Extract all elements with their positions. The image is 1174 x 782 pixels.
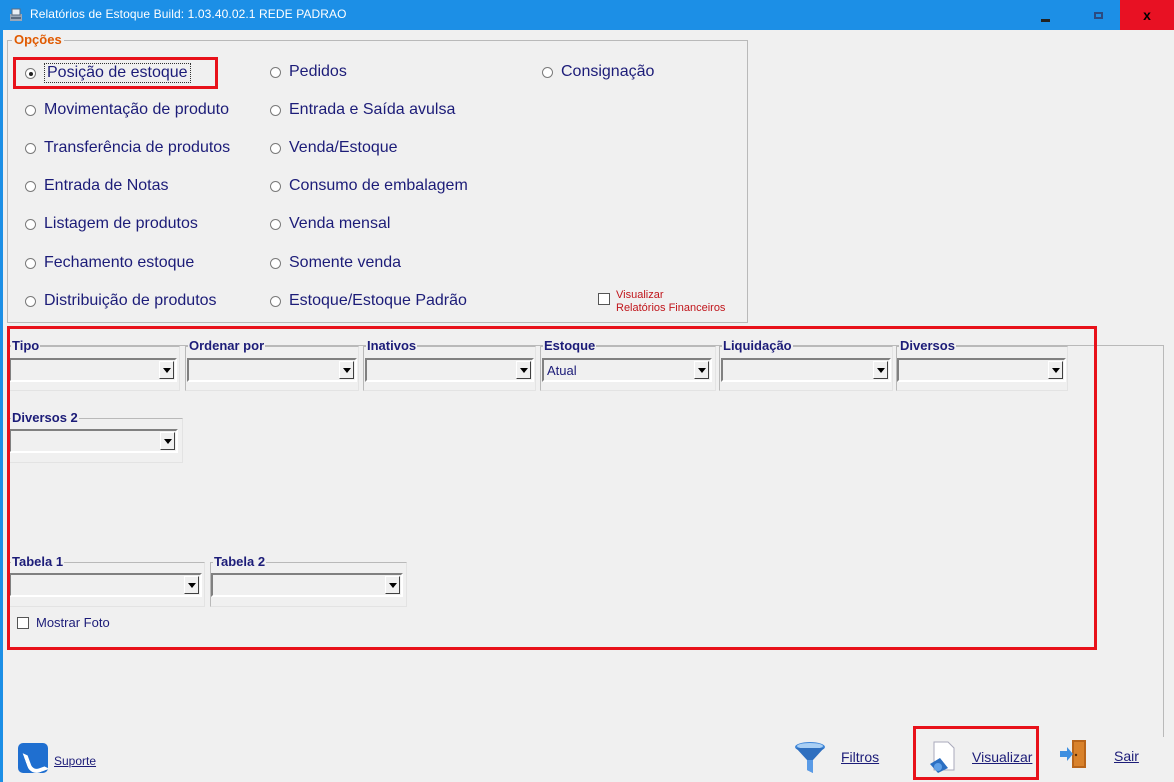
radio-dot (270, 142, 281, 154)
radio-label: Venda/Estoque (289, 139, 398, 156)
radio-dot (25, 257, 36, 269)
minimize-icon (1040, 18, 1050, 22)
radio-movimentacao-produto[interactable]: Movimentação de produto (25, 101, 229, 119)
radio-dot (25, 180, 36, 192)
highlight-posicao-estoque (13, 57, 218, 89)
window-border (0, 30, 3, 782)
minimize-button[interactable] (1022, 0, 1068, 30)
radio-label: Entrada e Saída avulsa (289, 101, 456, 118)
radio-fechamento-estoque[interactable]: Fechamento estoque (25, 254, 194, 272)
phone-icon (18, 743, 48, 773)
radio-dot (25, 295, 36, 307)
maximize-icon (1093, 11, 1103, 19)
radio-dot (542, 66, 553, 78)
radio-dot (270, 295, 281, 307)
close-button[interactable]: x (1120, 0, 1174, 30)
checkbox-label-line1: Visualizar (616, 289, 664, 301)
radio-label: Movimentação de produto (44, 101, 229, 118)
opcoes-legend: Opções (12, 32, 64, 47)
suporte-button[interactable]: Suporte (18, 743, 96, 773)
radio-distribuicao-produtos[interactable]: Distribuição de produtos (25, 292, 217, 310)
radio-transferencia-produtos[interactable]: Transferência de produtos (25, 139, 230, 157)
sair-button[interactable]: Sair (1058, 738, 1139, 770)
radio-consignacao[interactable]: Consignação (542, 63, 654, 81)
radio-label: Distribuição de produtos (44, 292, 217, 309)
radio-consumo-embalagem[interactable]: Consumo de embalagem (270, 177, 468, 195)
filtros-label: Filtros (841, 749, 880, 765)
radio-dot (270, 66, 281, 78)
close-icon: x (1143, 7, 1151, 23)
radio-estoque-padrao[interactable]: Estoque/Estoque Padrão (270, 292, 467, 310)
app-icon (10, 8, 22, 21)
radio-label: Somente venda (289, 254, 402, 271)
radio-dot (270, 257, 281, 269)
radio-dot (270, 104, 281, 116)
radio-venda-estoque[interactable]: Venda/Estoque (270, 139, 398, 157)
radio-label: Entrada de Notas (44, 177, 169, 194)
sair-label: Sair (1114, 748, 1139, 764)
funnel-icon (795, 742, 825, 773)
highlight-visualizar (913, 726, 1039, 780)
radio-label: Pedidos (289, 63, 347, 80)
radio-label: Fechamento estoque (44, 254, 195, 271)
radio-dot (25, 218, 36, 230)
checkbox-box (598, 293, 610, 305)
exit-door-icon (1060, 740, 1086, 768)
checkbox-label-line2: Relatórios Financeiros (616, 302, 726, 314)
title-bar: Relatórios de Estoque Build: 1.03.40.02.… (0, 0, 1174, 30)
maximize-button[interactable] (1075, 0, 1121, 30)
radio-pedidos[interactable]: Pedidos (270, 63, 347, 81)
radio-somente-venda[interactable]: Somente venda (270, 254, 401, 272)
radio-dot (25, 142, 36, 154)
radio-venda-mensal[interactable]: Venda mensal (270, 215, 390, 233)
suporte-label: Suporte (54, 754, 97, 768)
radio-entrada-notas[interactable]: Entrada de Notas (25, 177, 169, 195)
filtros-button[interactable]: Filtros (793, 740, 879, 774)
radio-dot (270, 218, 281, 230)
radio-entrada-saida-avulsa[interactable]: Entrada e Saída avulsa (270, 101, 455, 119)
radio-dot (270, 180, 281, 192)
window-title: Relatórios de Estoque Build: 1.03.40.02.… (30, 7, 347, 21)
checkbox-label: Visualizar Relatórios Financeiros (616, 289, 725, 315)
radio-label: Consumo de embalagem (289, 177, 468, 194)
radio-listagem-produtos[interactable]: Listagem de produtos (25, 215, 198, 233)
radio-dot (25, 104, 36, 116)
radio-label: Venda mensal (289, 215, 391, 232)
radio-label: Transferência de produtos (44, 139, 231, 156)
radio-label: Estoque/Estoque Padrão (289, 292, 467, 309)
radio-label: Consignação (561, 63, 655, 80)
visualizar-financeiros-checkbox[interactable]: Visualizar Relatórios Financeiros (598, 289, 725, 315)
radio-label: Listagem de produtos (44, 215, 198, 232)
highlight-filters (7, 326, 1097, 650)
